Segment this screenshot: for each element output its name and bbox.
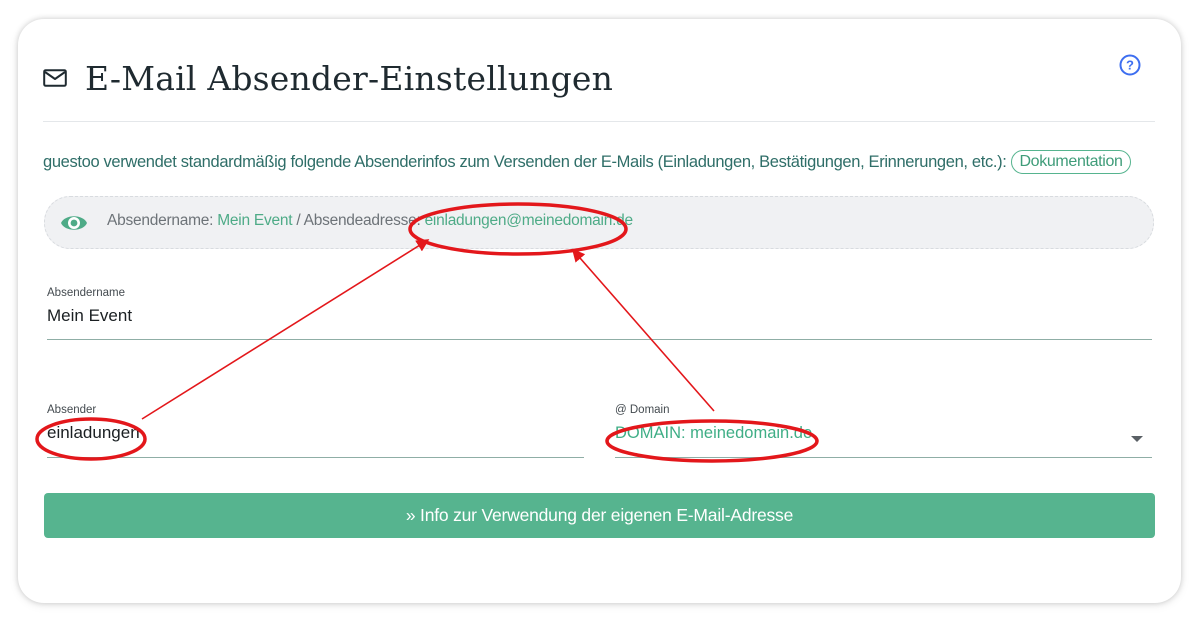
documentation-link[interactable]: Dokumentation	[1011, 150, 1131, 174]
field-underline	[615, 457, 1152, 458]
sender-input[interactable]: einladungen	[47, 422, 584, 444]
field-underline	[47, 339, 1152, 340]
preview-address-value: einladungen@meinedomain.de	[424, 212, 634, 229]
preview-separator: / Absendeadresse:	[292, 212, 425, 229]
intro-description: guestoo verwendet standardmäßig folgende…	[43, 152, 1007, 171]
preview-text: Absendername: Mein Event / Absendeadress…	[107, 212, 633, 230]
help-icon[interactable]: ?	[1119, 54, 1141, 76]
intro-text: guestoo verwendet standardmäßig folgende…	[43, 149, 1131, 175]
sender-field[interactable]: Absender einladungen	[47, 404, 584, 458]
envelope-icon	[43, 69, 67, 87]
divider	[43, 121, 1155, 122]
page-title: E-Mail Absender-Einstellungen	[85, 58, 614, 98]
preview-name-value: Mein Event	[217, 212, 293, 229]
domain-select[interactable]: DOMAIN: meinedomain.de	[615, 422, 1152, 444]
domain-field[interactable]: @ Domain DOMAIN: meinedomain.de	[615, 404, 1152, 458]
preview-name-label: Absendername:	[107, 212, 218, 229]
svg-text:?: ?	[1126, 58, 1134, 73]
field-underline	[47, 457, 584, 458]
info-button[interactable]: » Info zur Verwendung der eigenen E-Mail…	[44, 493, 1155, 538]
sender-label: Absender	[47, 404, 97, 416]
domain-label: @ Domain	[615, 404, 670, 416]
sender-preview: Absendername: Mein Event / Absendeadress…	[44, 196, 1154, 249]
sender-name-label: Absendername	[47, 287, 125, 299]
sender-name-field[interactable]: Absendername Mein Event	[47, 287, 1152, 340]
dropdown-arrow-icon[interactable]	[1131, 436, 1143, 442]
sender-name-input[interactable]: Mein Event	[47, 305, 1152, 327]
header: E-Mail Absender-Einstellungen	[43, 55, 613, 101]
eye-icon	[61, 216, 87, 230]
